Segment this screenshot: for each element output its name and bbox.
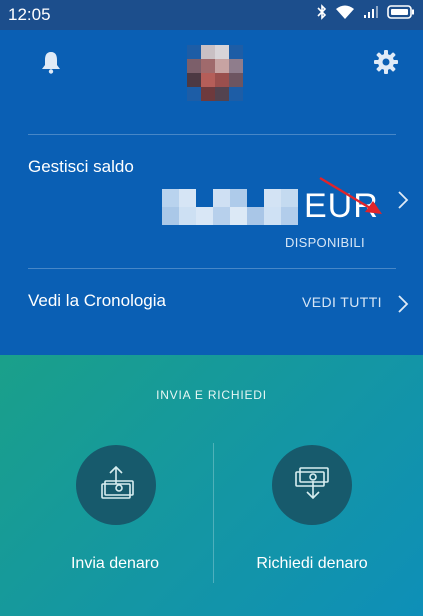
- status-time: 12:05: [8, 5, 51, 24]
- status-bar: 12:05: [0, 0, 423, 30]
- send-money-icon: [96, 464, 136, 507]
- see-all-link[interactable]: VEDI TUTTI: [302, 294, 382, 310]
- gear-icon[interactable]: [373, 49, 399, 80]
- vertical-divider: [213, 443, 214, 583]
- balance-amount-blurred: [162, 189, 298, 225]
- chevron-right-icon[interactable]: [397, 190, 409, 215]
- status-icons: [317, 4, 415, 25]
- avatar[interactable]: [187, 45, 243, 101]
- balance-status: DISPONIBILI: [285, 235, 365, 250]
- account-panel: Gestisci saldo EUR DISPONIBILI Vedi la C…: [0, 30, 423, 355]
- history-title: Vedi la Cronologia: [28, 291, 166, 310]
- balance-title: Gestisci saldo: [28, 157, 134, 176]
- signal-icon: [363, 5, 379, 24]
- request-money-icon: [292, 464, 332, 507]
- send-money-button[interactable]: [76, 445, 156, 525]
- divider: [28, 134, 396, 135]
- send-request-panel: INVIA E RICHIEDI Invia denaro Richiedi d…: [0, 355, 423, 616]
- request-money-button[interactable]: [272, 445, 352, 525]
- chevron-right-icon[interactable]: [397, 294, 409, 319]
- bluetooth-icon: [317, 4, 327, 25]
- send-money-label[interactable]: Invia denaro: [25, 555, 205, 573]
- red-arrow-annotation: [318, 176, 384, 223]
- section-title: INVIA E RICHIEDI: [156, 388, 267, 402]
- divider: [28, 268, 396, 269]
- battery-icon: [387, 5, 415, 24]
- wifi-icon: [335, 4, 355, 25]
- request-money-label[interactable]: Richiedi denaro: [222, 555, 402, 573]
- bell-icon[interactable]: [40, 50, 62, 79]
